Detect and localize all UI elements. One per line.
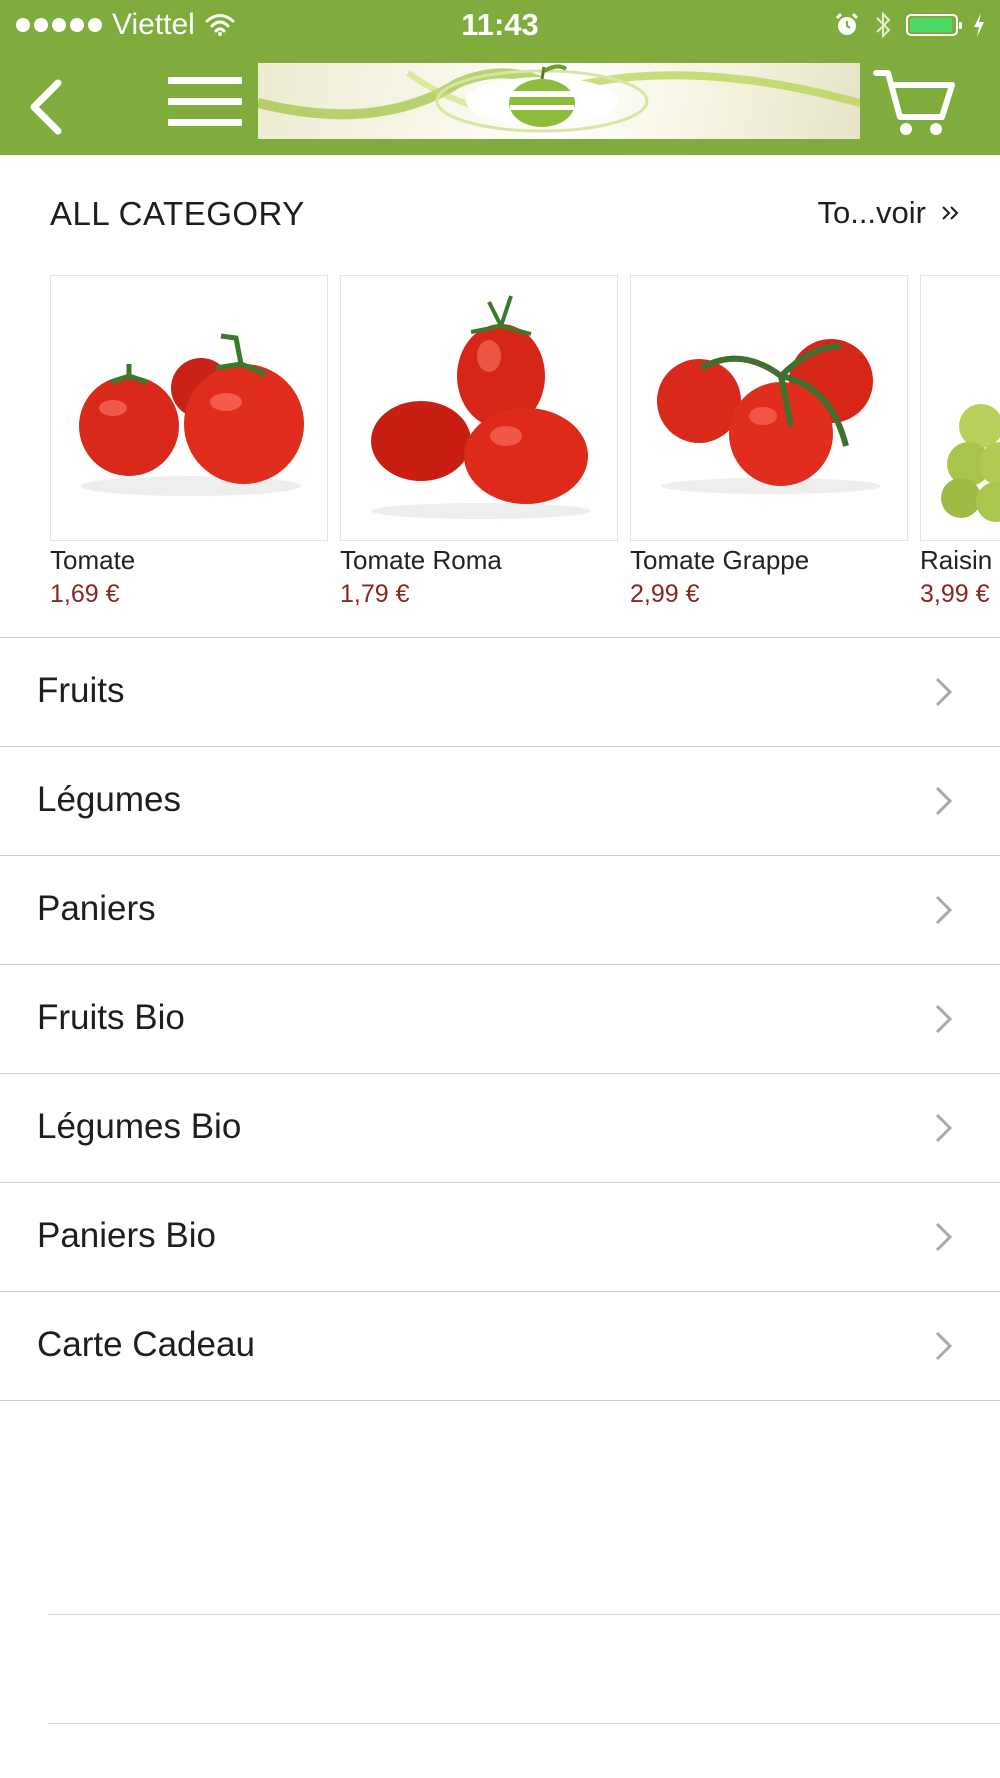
section-title: ALL CATEGORY <box>50 195 305 232</box>
category-label: Légumes <box>37 780 181 819</box>
shopping-cart-icon <box>873 70 955 135</box>
product-image-grapes <box>920 275 1000 541</box>
brand-banner[interactable] <box>258 63 860 139</box>
category-row-paniers-bio[interactable]: Paniers Bio <box>0 1183 1000 1292</box>
product-name: Tomate Grappe <box>630 545 810 575</box>
category-label: Paniers Bio <box>37 1216 216 1255</box>
product-card[interactable]: Tomate Roma 1,79 € <box>340 275 618 608</box>
see-all-link[interactable]: To...voir <box>817 195 960 231</box>
product-name: Tomate Roma <box>340 545 502 575</box>
product-image-vine-tomatoes <box>630 275 908 541</box>
product-price: 3,99 € <box>920 580 990 608</box>
empty-list-area <box>48 1506 1000 1724</box>
chevron-right-icon <box>935 1113 953 1143</box>
chevron-right-icon <box>935 1222 953 1252</box>
category-row-legumes-bio[interactable]: Légumes Bio <box>0 1074 1000 1183</box>
product-card[interactable]: Tomate Grappe 2,99 € <box>630 275 908 608</box>
status-bar: Viettel 11:43 <box>0 0 1000 52</box>
category-header: ALL CATEGORY To...voir <box>0 155 1000 275</box>
product-price: 1,69 € <box>50 580 120 608</box>
category-row-carte-cadeau[interactable]: Carte Cadeau <box>0 1292 1000 1401</box>
double-chevron-right-icon <box>942 206 959 220</box>
app-header: Viettel 11:43 <box>0 0 1000 155</box>
category-label: Paniers <box>37 889 156 928</box>
category-label: Fruits <box>37 671 125 710</box>
brand-logo <box>258 64 860 133</box>
empty-row <box>48 1615 1000 1724</box>
product-name: Raisin <box>920 545 993 575</box>
chevron-right-icon <box>935 786 953 816</box>
charging-bolt-icon <box>974 13 984 37</box>
product-image-roma-tomatoes <box>340 275 618 541</box>
category-label: Carte Cadeau <box>37 1325 255 1364</box>
product-image-tomatoes <box>50 275 328 541</box>
category-row-paniers[interactable]: Paniers <box>0 856 1000 965</box>
category-list: Fruits Légumes Paniers Fruits Bio Légume… <box>0 638 1000 1401</box>
bluetooth-icon <box>876 11 891 39</box>
category-row-fruits-bio[interactable]: Fruits Bio <box>0 965 1000 1074</box>
chevron-left-icon <box>30 79 62 135</box>
see-all-label: To...voir <box>817 195 926 230</box>
chevron-right-icon <box>935 677 953 707</box>
product-price: 1,79 € <box>340 580 410 608</box>
product-card[interactable]: Tomate 1,69 € <box>50 275 328 608</box>
category-row-fruits[interactable]: Fruits <box>0 638 1000 747</box>
empty-row <box>48 1506 1000 1615</box>
menu-button[interactable] <box>168 77 242 133</box>
product-name: Tomate <box>50 545 136 575</box>
product-card[interactable]: Raisin 3,99 € <box>920 275 1000 608</box>
chevron-right-icon <box>935 1331 953 1361</box>
category-row-legumes[interactable]: Légumes <box>0 747 1000 856</box>
back-button[interactable] <box>22 75 82 135</box>
product-price: 2,99 € <box>630 580 700 608</box>
chevron-right-icon <box>935 1004 953 1034</box>
category-label: Légumes Bio <box>37 1107 242 1146</box>
chevron-right-icon <box>935 895 953 925</box>
cart-button[interactable] <box>872 65 956 141</box>
alarm-icon <box>835 12 859 35</box>
navigation-bar <box>0 55 1000 155</box>
product-carousel[interactable]: Tomate 1,69 € Tomate Roma 1,79 € Tomate … <box>0 275 1000 637</box>
category-label: Fruits Bio <box>37 998 185 1037</box>
battery-icon <box>906 14 962 36</box>
